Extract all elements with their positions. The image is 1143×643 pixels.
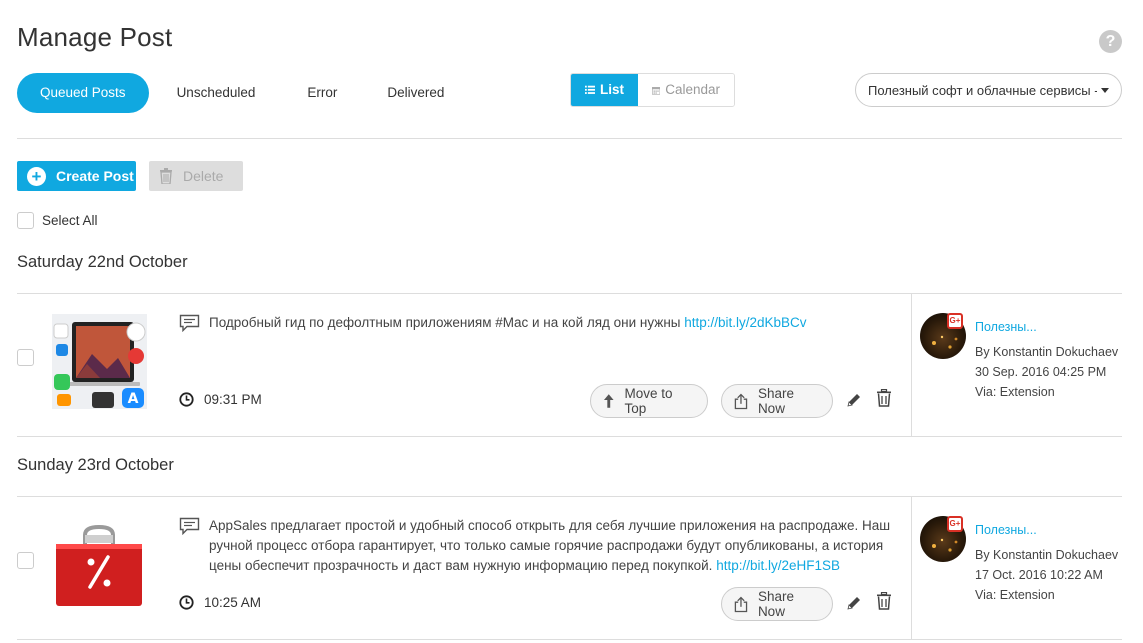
post-status-tabs: Queued Posts Unscheduled Error Delivered — [17, 73, 466, 113]
post-thumbnail — [52, 517, 147, 612]
post-link[interactable]: http://bit.ly/2eHF1SB — [716, 558, 840, 573]
post-thumbnail: A — [52, 314, 147, 409]
account-details: Полезны... By Konstantin Dokuchaev 30 Se… — [975, 317, 1118, 402]
chevron-down-icon — [1101, 87, 1109, 93]
message-icon — [179, 314, 200, 332]
post-text: Подробный гид по дефолтным приложениям #… — [209, 315, 685, 330]
post-time-label: 09:31 PM — [204, 392, 262, 407]
share-now-label: Share Now — [757, 386, 794, 416]
post-time: 09:31 PM — [179, 392, 262, 407]
post-created: 30 Sep. 2016 04:25 PM — [975, 365, 1107, 379]
clock-icon — [179, 392, 194, 407]
divider — [17, 138, 1122, 139]
move-to-top-button[interactable]: Move to Top — [590, 384, 708, 418]
google-plus-icon: G+ — [947, 516, 963, 532]
share-now-label: Share Now — [757, 589, 794, 619]
google-plus-icon: G+ — [947, 313, 963, 329]
post-card: A Подробный гид по дефолтным приложениям… — [17, 294, 1122, 437]
share-icon — [734, 596, 748, 612]
account-name-link[interactable]: Полезны... — [975, 520, 1118, 540]
post-author: By Konstantin Dokuchaev — [975, 548, 1119, 562]
post-card: AppSales предлагает простой и удобный сп… — [17, 497, 1122, 640]
select-all-checkbox[interactable] — [17, 212, 34, 229]
calendar-view-button[interactable]: Calendar — [638, 74, 734, 106]
account-select-value: Полезный софт и облачные сервисы - G — [868, 82, 1097, 98]
calendar-icon — [652, 86, 661, 95]
post-created: 17 Oct. 2016 10:22 AM — [975, 568, 1103, 582]
post-body: AppSales предлагает простой и удобный сп… — [179, 516, 897, 576]
delete-button[interactable]: Delete — [149, 161, 243, 191]
tab-error[interactable]: Error — [285, 73, 359, 113]
clock-icon — [179, 595, 194, 610]
share-icon — [734, 393, 748, 409]
list-view-button[interactable]: List — [571, 74, 638, 106]
delete-label: Delete — [183, 168, 224, 184]
tab-unscheduled[interactable]: Unscheduled — [155, 73, 278, 113]
create-post-label: Create Post — [56, 168, 134, 184]
column-divider — [911, 294, 912, 437]
message-icon — [179, 517, 200, 535]
create-post-button[interactable]: + Create Post — [17, 161, 136, 191]
tab-delivered[interactable]: Delivered — [365, 73, 466, 113]
help-icon[interactable]: ? — [1099, 30, 1122, 53]
svg-text:A: A — [128, 391, 139, 407]
post-via: Via: Extension — [975, 385, 1055, 399]
edit-icon[interactable] — [846, 595, 862, 611]
mac-apps-collage-icon: A — [52, 314, 147, 409]
red-shopping-bag-percent-icon — [52, 517, 147, 612]
edit-icon[interactable] — [846, 392, 862, 408]
page-title: Manage Post — [17, 22, 173, 52]
calendar-view-label: Calendar — [665, 82, 720, 97]
post-author: By Konstantin Dokuchaev — [975, 345, 1119, 359]
share-now-button[interactable]: Share Now — [721, 587, 833, 621]
post-checkbox[interactable] — [17, 552, 34, 569]
trash-icon[interactable] — [876, 592, 892, 610]
post-body: Подробный гид по дефолтным приложениям #… — [179, 313, 897, 333]
divider — [17, 436, 1122, 437]
divider — [17, 639, 1122, 640]
post-link[interactable]: http://bit.ly/2dKbBCv — [684, 315, 806, 330]
post-via: Via: Extension — [975, 588, 1055, 602]
account-name-link[interactable]: Полезны... — [975, 317, 1118, 337]
date-heading: Saturday 22nd October — [17, 253, 188, 271]
view-toggle: List Calendar — [570, 73, 735, 107]
column-divider — [911, 497, 912, 640]
list-view-label: List — [599, 82, 624, 97]
plus-icon: + — [27, 166, 46, 186]
post-time-label: 10:25 AM — [204, 595, 262, 610]
arrow-up-icon — [603, 394, 614, 408]
select-all: Select All — [17, 212, 98, 229]
account-select[interactable]: Полезный софт и облачные сервисы - G — [855, 73, 1122, 107]
tab-queued-posts[interactable]: Queued Posts — [17, 73, 149, 113]
account-details: Полезны... By Konstantin Dokuchaev 17 Oc… — [975, 520, 1118, 605]
list-icon — [585, 85, 595, 94]
move-to-top-label: Move to Top — [624, 386, 673, 416]
share-now-button[interactable]: Share Now — [721, 384, 833, 418]
trash-icon[interactable] — [876, 389, 892, 407]
post-time: 10:25 AM — [179, 595, 261, 610]
select-all-label: Select All — [42, 213, 98, 228]
post-checkbox[interactable] — [17, 349, 34, 366]
date-heading: Sunday 23rd October — [17, 456, 174, 474]
trash-icon — [160, 168, 172, 184]
